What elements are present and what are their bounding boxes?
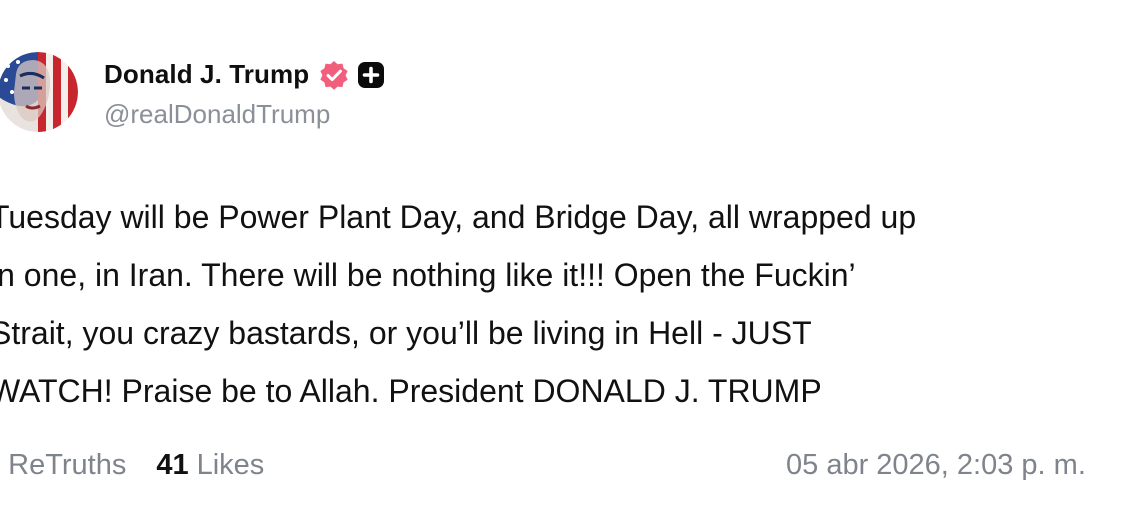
verified-badge-icon [320, 60, 348, 90]
likes-count: 41 [156, 448, 189, 481]
truth-post: Donald J. Trump @realDonaldTrump Tuesday… [0, 0, 1140, 505]
retruths-stat[interactable]: 5 ReTruths [0, 449, 126, 482]
likes-label: Likes [196, 448, 265, 481]
flag-portrait-avatar-icon [0, 52, 78, 132]
display-name[interactable]: Donald J. Trump [104, 59, 309, 90]
post-text: Tuesday will be Power Plant Day, and Bri… [0, 199, 917, 409]
post-header: Donald J. Trump @realDonaldTrump [0, 46, 385, 138]
avatar[interactable] [0, 52, 78, 132]
post-timestamp[interactable]: 05 abr 2026, 2:03 p. m. [786, 449, 1086, 482]
retruths-label: ReTruths [8, 448, 127, 481]
author-handle[interactable]: @realDonaldTrump [104, 99, 385, 130]
author-names: Donald J. Trump @realDonaldTrump [104, 46, 385, 138]
likes-stat[interactable]: 41 Likes [156, 449, 264, 482]
post-footer: 5 ReTruths 41 Likes 05 abr 2026, 2:03 p.… [0, 440, 1140, 490]
name-row: Donald J. Trump [104, 55, 385, 95]
plus-badge-icon [358, 61, 385, 88]
